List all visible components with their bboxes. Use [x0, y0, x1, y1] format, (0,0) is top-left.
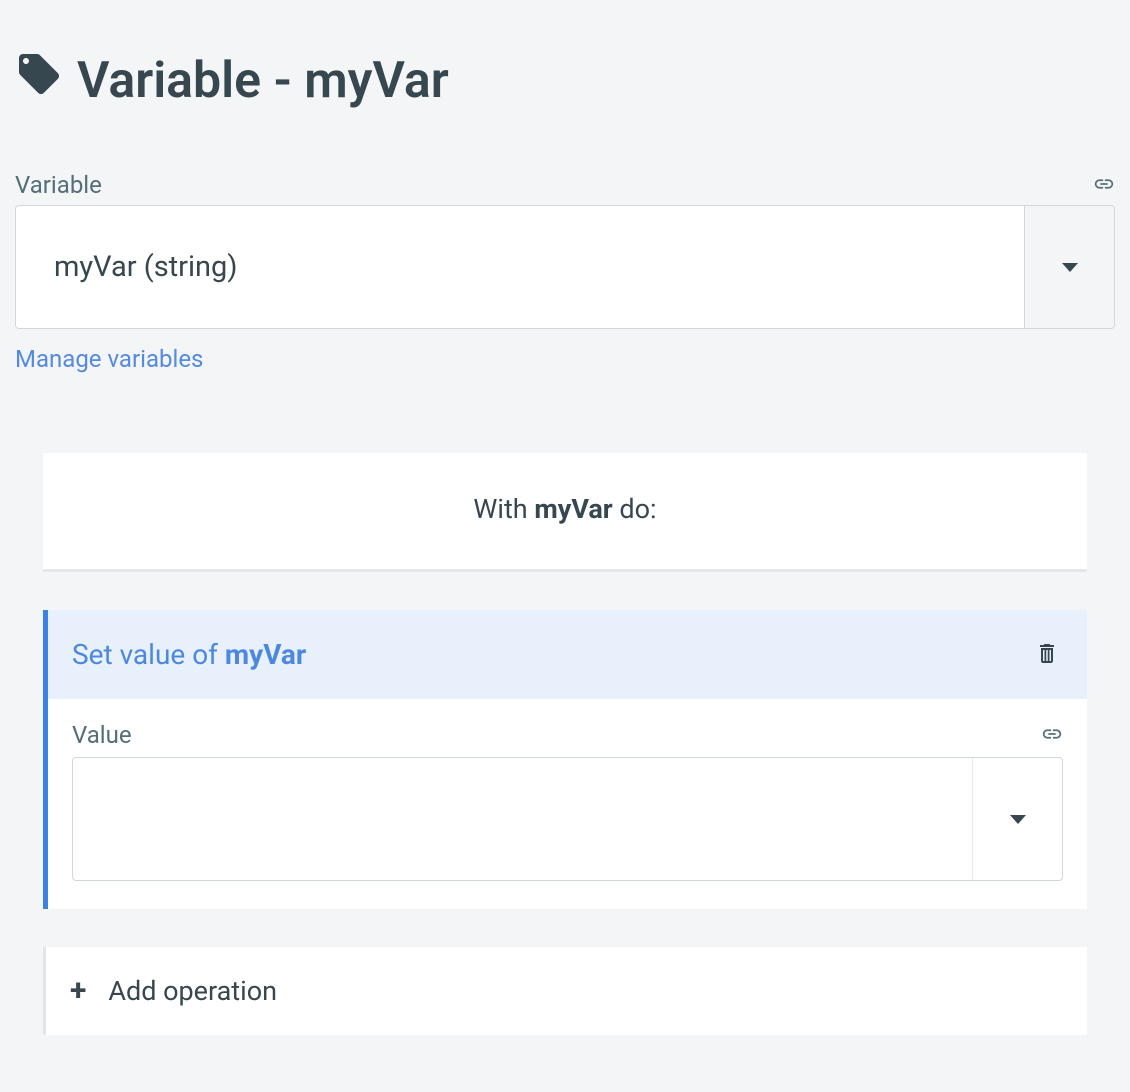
value-select-input[interactable]: [73, 758, 972, 880]
add-operation-button[interactable]: + Add operation: [43, 947, 1087, 1035]
operation-body: Value: [48, 699, 1087, 909]
operations-area: With myVar do: Set value of myVar Value: [15, 453, 1115, 1035]
value-select[interactable]: [72, 757, 1063, 881]
with-var: myVar: [534, 493, 612, 525]
chevron-down-icon: [1010, 815, 1026, 824]
manage-variables-link[interactable]: Manage variables: [15, 345, 203, 373]
with-header: With myVar do:: [43, 453, 1087, 572]
value-select-caret[interactable]: [972, 758, 1062, 880]
variable-select-value[interactable]: myVar (string): [16, 206, 1024, 328]
add-operation-label: Add operation: [108, 975, 277, 1007]
page-title-prefix: Variable -: [77, 52, 304, 110]
operation-title: Set value of myVar: [72, 638, 306, 671]
delete-operation-button[interactable]: [1035, 640, 1059, 670]
variable-select[interactable]: myVar (string): [15, 205, 1115, 329]
operation-header[interactable]: Set value of myVar: [48, 610, 1087, 699]
chevron-down-icon: [1062, 263, 1078, 272]
variable-field-label: Variable: [15, 171, 102, 199]
with-suffix: do:: [613, 493, 657, 525]
link-icon[interactable]: [1041, 723, 1063, 749]
variable-select-caret[interactable]: [1024, 206, 1114, 328]
operation-title-prefix: Set value of: [72, 638, 225, 671]
variable-field: Variable myVar (string) Manage variables: [15, 171, 1115, 373]
value-field-label: Value: [72, 721, 132, 749]
page-title-varname: myVar: [304, 52, 448, 110]
operation-title-var: myVar: [225, 638, 306, 671]
operation-card: Set value of myVar Value: [43, 610, 1087, 909]
page-title: Variable - myVar: [15, 50, 1115, 111]
tag-icon: [15, 50, 63, 111]
link-icon[interactable]: [1093, 173, 1115, 199]
with-prefix: With: [473, 493, 534, 525]
plus-icon: +: [70, 976, 86, 1006]
